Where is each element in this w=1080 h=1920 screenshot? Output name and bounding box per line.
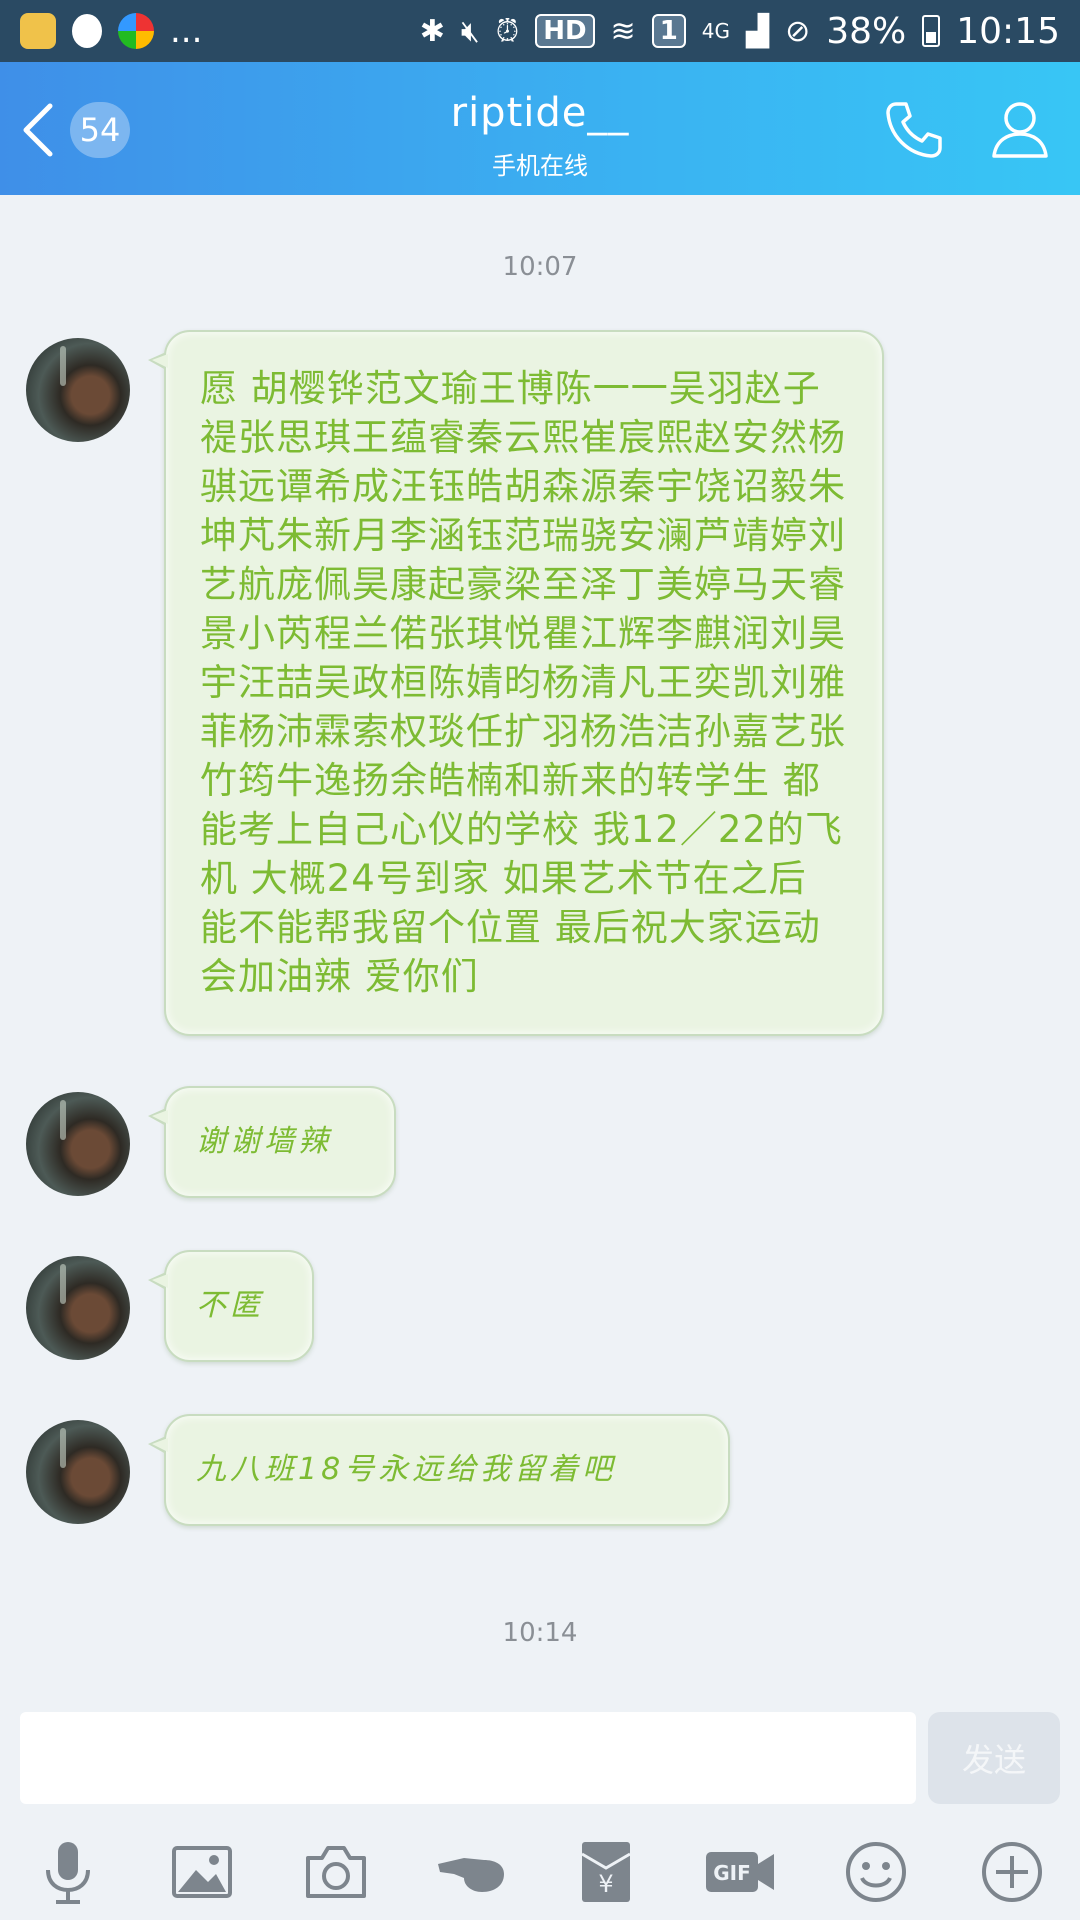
wifi-icon: ≋ xyxy=(610,13,636,49)
avatar[interactable] xyxy=(26,338,130,442)
person-icon[interactable] xyxy=(988,98,1052,162)
app-notification-icon xyxy=(20,13,56,49)
network-type: 4G xyxy=(701,19,731,43)
timestamp: 10:07 xyxy=(502,252,578,282)
hd-badge: HD xyxy=(535,14,595,48)
battery-percent: 38% xyxy=(826,10,907,52)
mute-icon: 🔇︎ xyxy=(460,13,480,49)
input-bar: 发送 ¥ GIF xyxy=(0,1694,1080,1920)
app-drop-icon xyxy=(72,14,102,48)
avatar[interactable] xyxy=(26,1256,130,1360)
battery-icon xyxy=(922,15,941,47)
timestamp: 10:14 xyxy=(502,1618,578,1648)
gif-label: GIF xyxy=(713,1861,751,1885)
emoji-icon[interactable] xyxy=(838,1834,914,1910)
avatar[interactable] xyxy=(26,1092,130,1196)
clock: 10:15 xyxy=(956,10,1060,52)
sim-badge: 1 xyxy=(651,14,686,48)
message-bubble[interactable]: 愿 胡樱铧范文瑜王博陈一一吴羽赵子禔张思琪王蕴睿秦云熙崔宸熙赵安然杨骐远谭希成汪… xyxy=(148,330,884,1036)
camera-icon[interactable] xyxy=(298,1834,374,1910)
send-button[interactable]: 发送 xyxy=(928,1712,1060,1804)
message-bubble[interactable]: 九八班18号永远给我留着吧 xyxy=(148,1414,730,1526)
yen-label: ¥ xyxy=(598,1870,613,1898)
phone-icon[interactable] xyxy=(882,98,946,162)
alarm-icon: ⏰︎ xyxy=(495,13,520,49)
app-color-icon xyxy=(118,13,154,49)
plus-icon[interactable] xyxy=(974,1834,1050,1910)
poke-icon[interactable] xyxy=(434,1834,510,1910)
more-notifications: ... xyxy=(170,11,203,51)
bluetooth-icon: ✱ xyxy=(419,13,445,49)
message-bubble[interactable]: 不匿 xyxy=(148,1250,314,1362)
signal-icon: ▟ xyxy=(746,13,770,49)
avatar[interactable] xyxy=(26,1420,130,1524)
image-icon[interactable] xyxy=(164,1834,240,1910)
gif-icon[interactable]: GIF xyxy=(702,1834,778,1910)
dnd-icon: ⊘ xyxy=(785,13,811,49)
chat-header: 54 riptide__ 手机在线 xyxy=(0,62,1080,195)
input-toolbar: ¥ GIF xyxy=(0,1834,1080,1914)
message-input[interactable] xyxy=(20,1712,916,1804)
red-packet-icon[interactable]: ¥ xyxy=(568,1834,644,1910)
status-bar: ... ✱ 🔇︎ ⏰︎ HD ≋ 1 4G ▟ ⊘ 38% 10:15 xyxy=(0,0,1080,62)
message-bubble[interactable]: 谢谢墙辣 xyxy=(148,1086,396,1198)
microphone-icon[interactable] xyxy=(30,1834,106,1910)
